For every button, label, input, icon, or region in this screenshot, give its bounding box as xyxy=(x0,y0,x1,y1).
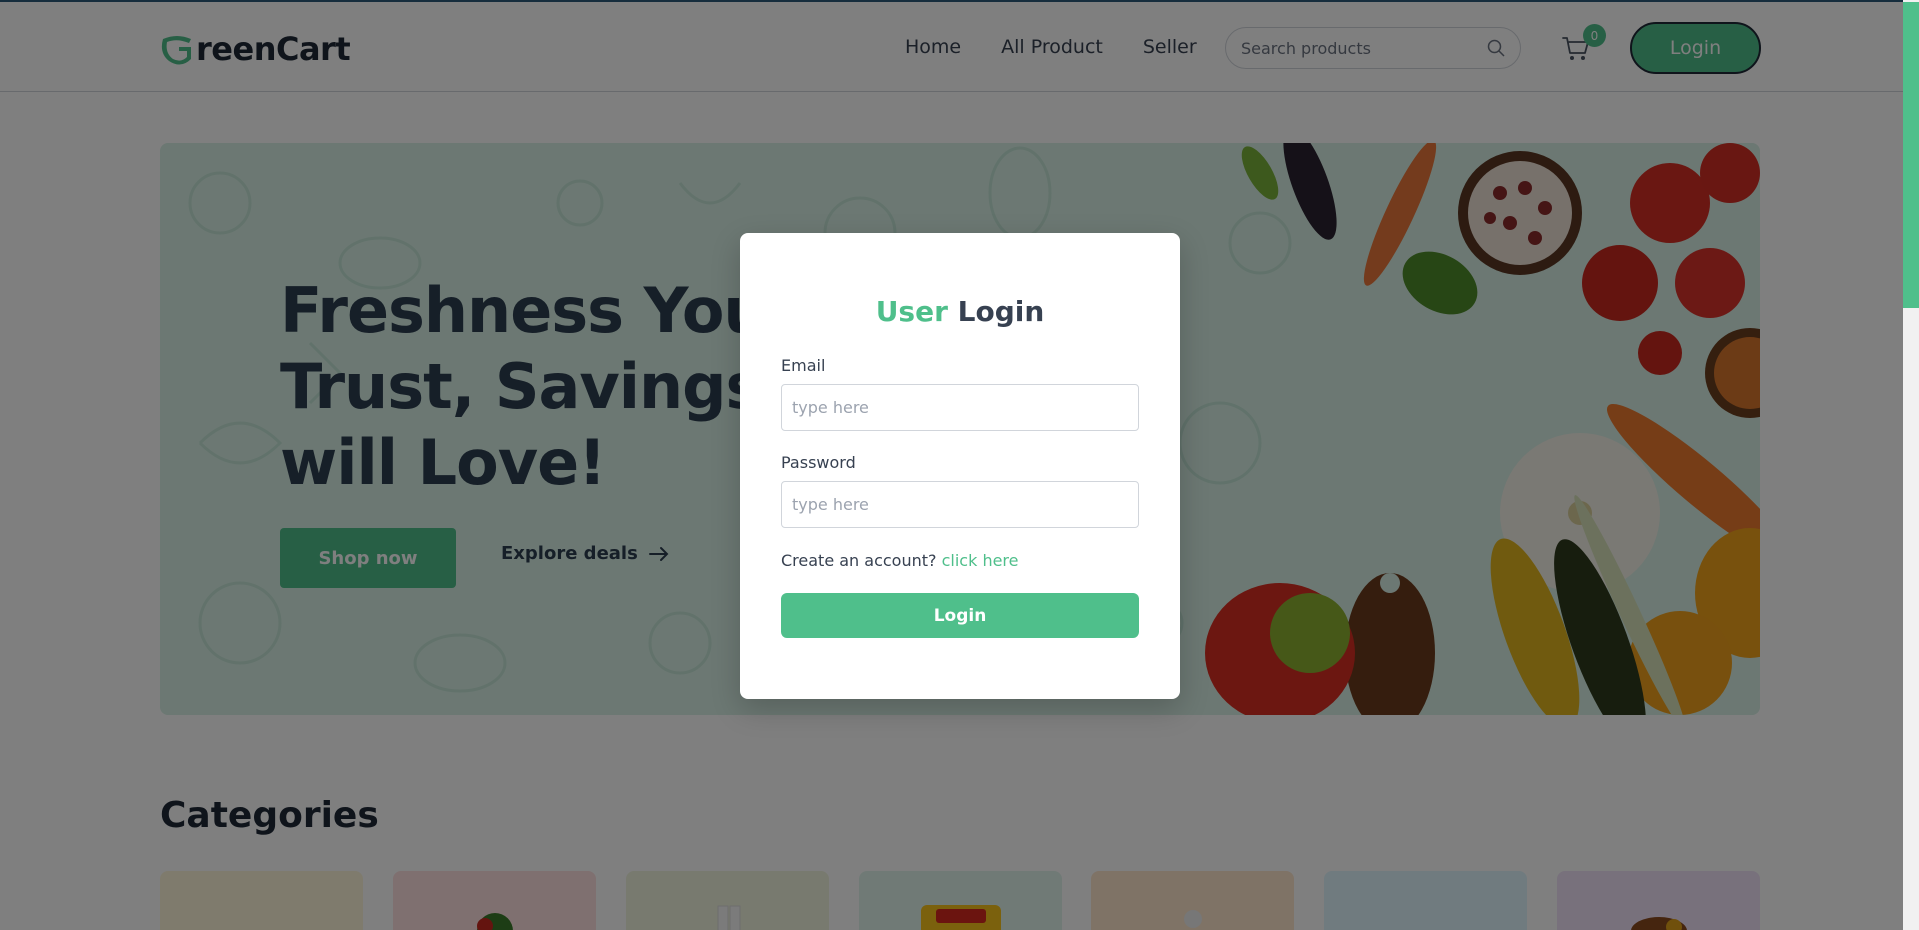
email-label: Email xyxy=(781,356,826,375)
modal-title-rest: Login xyxy=(957,295,1045,328)
email-field[interactable] xyxy=(781,384,1139,431)
create-account-text: Create an account? click here xyxy=(781,551,1019,570)
password-field[interactable] xyxy=(781,481,1139,528)
login-modal: User Login Email Password Create an acco… xyxy=(740,233,1180,699)
password-label: Password xyxy=(781,453,856,472)
modal-title-accent: User xyxy=(875,295,948,328)
modal-title: User Login xyxy=(740,295,1180,328)
scrollbar-thumb[interactable] xyxy=(1903,2,1919,308)
create-account-link[interactable]: click here xyxy=(942,551,1019,570)
create-account-prompt: Create an account? xyxy=(781,551,937,570)
modal-login-button[interactable]: Login xyxy=(781,593,1139,638)
